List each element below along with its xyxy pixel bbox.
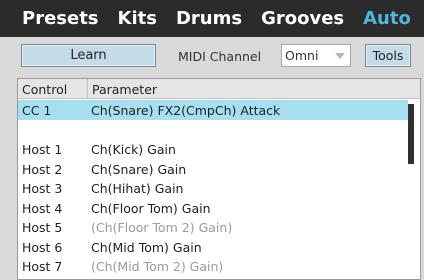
tools-button[interactable]: Tools (365, 44, 411, 67)
row-parameter: Ch(Hihat) Gain (91, 181, 184, 196)
tab-grooves[interactable]: Grooves (261, 8, 344, 29)
midi-channel-value: Omni (285, 48, 319, 63)
table-rows: CC 1 Ch(Snare) FX2(CmpCh) Attack Host 1 … (18, 100, 408, 276)
row-control: CC 1 (22, 103, 52, 118)
row-control: Host 5 (22, 220, 63, 235)
row-parameter: (Ch(Floor Tom 2) Gain) (91, 220, 233, 235)
table-row[interactable]: Host 6 Ch(Mid Tom) Gain (18, 237, 408, 257)
row-parameter: Ch(Kick) Gain (91, 142, 176, 157)
table-row[interactable] (18, 120, 408, 140)
table-row[interactable]: CC 1 Ch(Snare) FX2(CmpCh) Attack (18, 100, 408, 120)
tab-drums[interactable]: Drums (176, 8, 242, 29)
row-control: Host 3 (22, 181, 63, 196)
column-header-parameter[interactable]: Parameter (87, 79, 157, 99)
row-parameter: Ch(Snare) FX2(CmpCh) Attack (91, 103, 281, 118)
scrollbar-thumb[interactable] (408, 104, 414, 164)
row-control: Host 2 (22, 161, 63, 177)
tab-kits[interactable]: Kits (118, 8, 157, 29)
auto-panel: Presets Kits Drums Grooves Auto Learn MI… (0, 0, 424, 280)
row-control: Host 7 (22, 259, 63, 274)
table-row[interactable]: Host 5 (Ch(Floor Tom 2) Gain) (18, 217, 408, 237)
automation-table: Control Parameter CC 1 Ch(Snare) FX2(Cmp… (17, 78, 421, 280)
row-control: Host 6 (22, 239, 63, 255)
vertical-scrollbar[interactable] (408, 100, 420, 279)
top-nav: Presets Kits Drums Grooves Auto (0, 0, 424, 37)
row-control: Host 1 (22, 142, 63, 157)
chevron-down-icon (335, 53, 345, 59)
midi-channel-select[interactable]: Omni (281, 44, 351, 67)
row-parameter: Ch(Floor Tom) Gain (91, 200, 211, 216)
row-parameter: (Ch(Mid Tom 2) Gain) (91, 259, 224, 274)
row-parameter: Ch(Snare) Gain (91, 161, 187, 177)
midi-channel-label: MIDI Channel (178, 49, 262, 64)
toolbar: Learn MIDI Channel Omni Tools (0, 37, 424, 77)
table-row[interactable]: Host 7 (Ch(Mid Tom 2) Gain) (18, 256, 408, 276)
column-header-control[interactable]: Control (22, 82, 67, 97)
table-header: Control Parameter (18, 79, 420, 99)
row-control: Host 4 (22, 200, 63, 216)
tab-auto[interactable]: Auto (363, 8, 411, 29)
table-row[interactable]: Host 1 Ch(Kick) Gain (18, 139, 408, 159)
table-row[interactable]: Host 3 Ch(Hihat) Gain (18, 178, 408, 198)
learn-button[interactable]: Learn (21, 44, 156, 67)
table-row[interactable]: Host 2 Ch(Snare) Gain (18, 159, 408, 179)
tab-presets[interactable]: Presets (22, 8, 99, 29)
row-parameter: Ch(Mid Tom) Gain (91, 239, 202, 255)
table-row[interactable]: Host 4 Ch(Floor Tom) Gain (18, 198, 408, 218)
